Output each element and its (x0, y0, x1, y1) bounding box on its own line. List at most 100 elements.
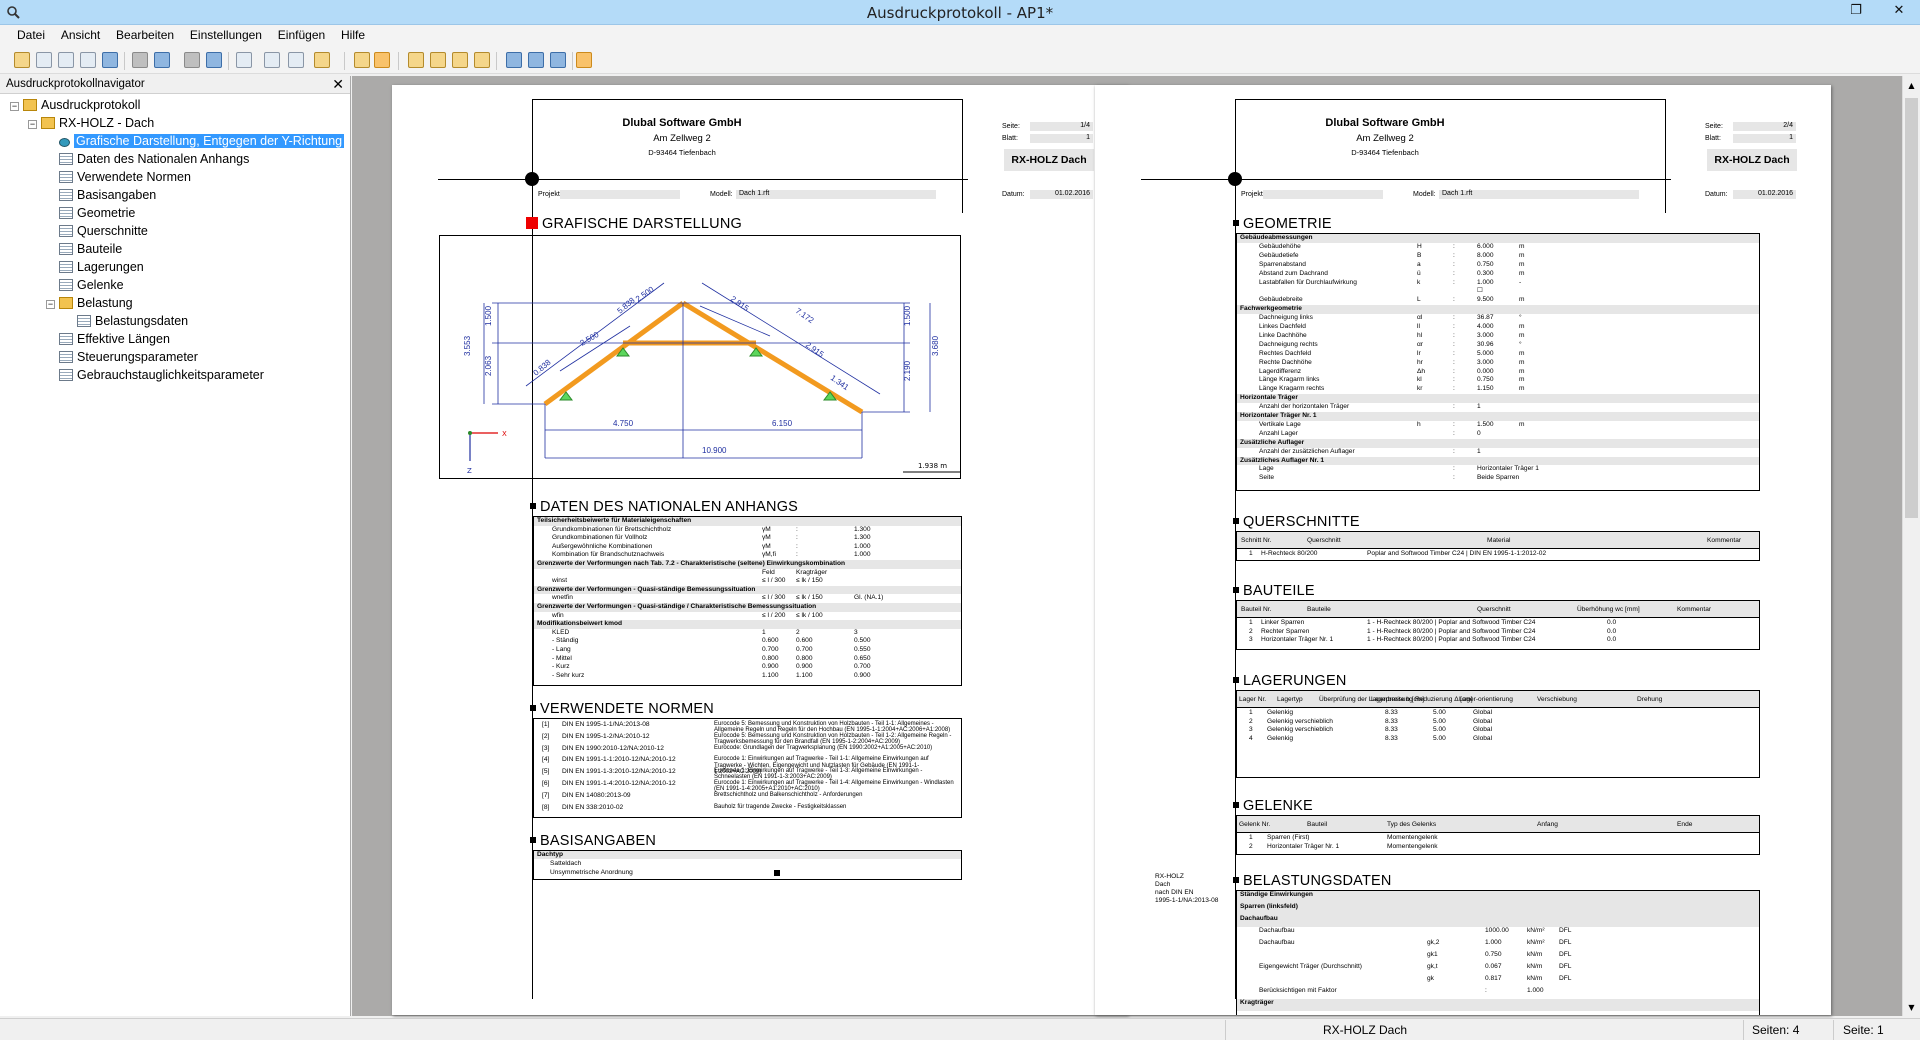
forward-icon[interactable] (154, 52, 170, 68)
expand-icon[interactable]: − (46, 300, 55, 309)
edit-icon[interactable] (354, 52, 370, 68)
page-icon[interactable] (408, 52, 424, 68)
table-cell: Rechtes Dachfeld (1259, 349, 1312, 357)
table-cell: wnetfin (552, 594, 573, 602)
tree-item[interactable]: Steuerungsparameter (46, 349, 198, 366)
header-icon[interactable] (430, 52, 446, 68)
restore-button[interactable]: ❐ (1839, 0, 1873, 22)
tree-item[interactable]: Gelenke (46, 277, 124, 294)
table-cell: Ständige Einwirkungen (1240, 891, 1313, 898)
table-cell: 0.000 (1477, 367, 1494, 375)
preview-icon[interactable] (576, 52, 592, 68)
tree-item[interactable]: Daten des Nationalen Anhangs (46, 151, 249, 168)
table-cell: 2 (1249, 717, 1253, 725)
tree-item[interactable]: Geometrie (46, 205, 135, 222)
tree-item[interactable]: Effektive Längen (46, 331, 170, 348)
menu-bearbeiten[interactable]: Bearbeiten (110, 25, 180, 42)
refresh-icon[interactable] (102, 52, 118, 68)
graphic-export-icon[interactable] (550, 52, 566, 68)
expand-icon[interactable]: − (28, 120, 37, 129)
settings-icon[interactable] (314, 52, 330, 68)
toolbar (0, 47, 1920, 74)
vertical-scrollbar[interactable]: ▲ ▼ (1902, 76, 1920, 1016)
table-cell: 5.00 (1433, 709, 1446, 716)
menu-einstellungen[interactable]: Einstellungen (184, 25, 268, 42)
close-window-button[interactable]: ✕ (1882, 0, 1916, 22)
back-icon[interactable] (132, 52, 148, 68)
selection-icon[interactable] (374, 52, 390, 68)
table-cell: Gelenkig verschieblich (1267, 726, 1333, 733)
table-cell: B (1417, 251, 1422, 259)
section-querschnitte: QUERSCHNITTE (1233, 514, 1360, 530)
table-header: Bauteil (1307, 821, 1328, 828)
tree-item[interactable]: Bauteile (46, 241, 122, 258)
tree-item[interactable]: − Ausdruckprotokoll (10, 97, 140, 114)
table-cell: ll (1417, 323, 1420, 330)
table-cell: Länge Kragarm links (1259, 376, 1320, 384)
header-street-p2: Am Zellweg 2 (1356, 133, 1414, 144)
scroll-down-icon[interactable]: ▼ (1903, 1003, 1920, 1012)
save-icon[interactable] (58, 52, 74, 68)
navigator-title: Ausdruckprotokollnavigator (6, 78, 145, 90)
tree-item[interactable]: Grafische Darstellung, Entgegen der Y-Ri… (46, 133, 345, 150)
table-cell: m (1519, 376, 1525, 384)
search-icon[interactable] (264, 52, 280, 68)
menu-ansicht[interactable]: Ansicht (55, 25, 106, 42)
table-cell: : (1453, 420, 1455, 428)
left-rafter (543, 300, 685, 407)
table-cell: m (1519, 349, 1525, 357)
table-cell: 0.550 (854, 646, 871, 653)
tree-item[interactable]: − RX-HOLZ - Dach (28, 115, 154, 132)
table-cell: 8.33 (1385, 726, 1398, 733)
side-note-1: RX-HOLZ (1155, 873, 1184, 880)
scroll-thumb[interactable] (1905, 98, 1918, 518)
table-cell: 0.750 (1485, 951, 1502, 958)
menu-datei[interactable]: Datei (11, 25, 51, 42)
tree-item-label: Ausdruckprotokoll (41, 98, 141, 112)
table-header: Überhöhung wc [mm] (1577, 606, 1640, 613)
first-page-icon[interactable] (184, 52, 200, 68)
folder-icon (59, 297, 73, 309)
new-icon[interactable] (14, 52, 30, 68)
zoom-icon[interactable] (288, 52, 304, 68)
tree-item[interactable]: Gebrauchstauglichkeitsparameter (46, 367, 264, 384)
status-module: RX-HOLZ Dach (1323, 1023, 1408, 1037)
table-header: Drehung (1637, 696, 1663, 703)
tree-item[interactable]: Lagerungen (46, 259, 144, 276)
graphic-icon[interactable] (506, 52, 522, 68)
table-header: Schnitt Nr. (1241, 537, 1272, 544)
footer-icon[interactable] (452, 52, 468, 68)
scroll-up-icon[interactable]: ▲ (1903, 81, 1920, 90)
menu-hilfe[interactable]: Hilfe (335, 25, 371, 42)
table-cell: 0.650 (854, 654, 871, 662)
scale-label: 1.938 m (918, 462, 947, 470)
print-icon[interactable] (80, 52, 96, 68)
expand-icon[interactable]: − (10, 102, 19, 111)
table-cell: Lastabfallen für Durchlaufwirkung (1259, 278, 1357, 286)
norm-cell: DIN EN 14080:2013-09 (562, 791, 631, 799)
blatt-label-p2: Blatt: (1705, 135, 1721, 142)
menu-einfuegen[interactable]: Einfügen (272, 25, 331, 42)
page-setup-icon[interactable] (236, 52, 252, 68)
table-cell: Dachneigung links (1259, 314, 1313, 322)
tree-item[interactable]: − Belastung (46, 295, 133, 312)
tree-item[interactable]: Basisangaben (46, 187, 156, 204)
tree-item[interactable]: Belastungsdaten (64, 313, 188, 330)
table-cell: 0.900 (796, 663, 813, 671)
table-cell: 30.96 (1477, 340, 1494, 348)
table-cell: kN/m² (1527, 927, 1545, 934)
table-cell: ≤ l / 300 (762, 577, 786, 585)
navigator-close-icon[interactable]: ✕ (332, 76, 344, 93)
graphic-insert-icon[interactable] (528, 52, 544, 68)
open-icon[interactable] (36, 52, 52, 68)
last-page-icon[interactable] (206, 52, 222, 68)
table-header: Lager Nr. (1239, 696, 1267, 703)
tree-item[interactable]: Verwendete Normen (46, 169, 191, 186)
table-cell: a (1417, 260, 1421, 268)
table-cell: Momentengelenk (1387, 834, 1438, 841)
seite-label: Seite: (1002, 123, 1020, 130)
module-box: RX-HOLZ Dach (1004, 149, 1094, 171)
cover-icon[interactable] (474, 52, 490, 68)
table-cell: 3.000 (1477, 358, 1494, 366)
tree-item[interactable]: Querschnitte (46, 223, 148, 240)
